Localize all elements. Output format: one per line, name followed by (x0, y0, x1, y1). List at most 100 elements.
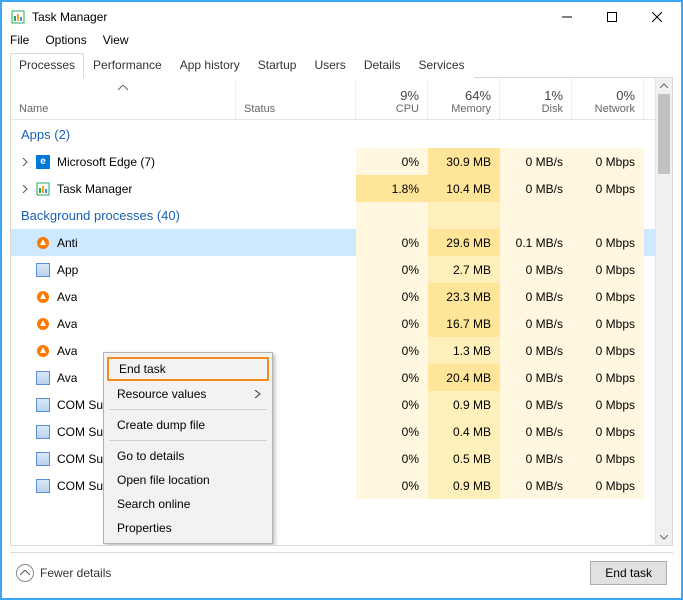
disk-value: 0 MB/s (500, 337, 572, 364)
apps-group-header[interactable]: Apps (2) (11, 120, 655, 148)
memory-value: 1.3 MB (428, 337, 500, 364)
process-row[interactable]: eMicrosoft Edge (7)0%30.9 MB0 MB/s0 Mbps (11, 148, 655, 175)
submenu-arrow-icon (255, 387, 261, 401)
context-menu-item[interactable]: Resource values (107, 382, 269, 406)
maximize-button[interactable] (589, 3, 634, 31)
disk-value: 0 MB/s (500, 175, 572, 202)
context-menu-label: Go to details (117, 449, 184, 463)
menubar: File Options View (2, 32, 681, 52)
context-menu-item[interactable]: Properties (107, 516, 269, 540)
network-value: 0 Mbps (572, 391, 644, 418)
process-row[interactable]: Task Manager1.8%10.4 MB0 MB/s0 Mbps (11, 175, 655, 202)
process-row[interactable]: Ava0%23.3 MB0 MB/s0 Mbps (11, 283, 655, 310)
memory-value: 16.7 MB (428, 310, 500, 337)
col-header-memory[interactable]: 64% Memory (428, 78, 500, 119)
task-manager-icon (36, 182, 50, 196)
col-header-cpu[interactable]: 9% CPU (356, 78, 428, 119)
tab-startup[interactable]: Startup (249, 53, 306, 78)
tab-processes[interactable]: Processes (10, 53, 84, 78)
network-value: 0 Mbps (572, 175, 644, 202)
context-menu-label: Search online (117, 497, 190, 511)
tab-details[interactable]: Details (355, 53, 410, 78)
context-menu-item[interactable]: Search online (107, 492, 269, 516)
context-menu-item[interactable]: End task (107, 357, 269, 381)
context-menu-label: Properties (117, 521, 172, 535)
context-menu-label: Create dump file (117, 418, 205, 432)
app-icon (10, 9, 26, 25)
tab-users[interactable]: Users (305, 53, 354, 78)
disk-value: 0 MB/s (500, 364, 572, 391)
generic-app-icon (36, 425, 50, 439)
cpu-value: 1.8% (356, 175, 428, 202)
process-name: Ava (55, 371, 77, 385)
avast-icon (36, 344, 50, 358)
scroll-up-arrow-icon[interactable] (656, 78, 672, 94)
context-menu-item[interactable]: Go to details (107, 444, 269, 468)
bg-group-header[interactable]: Background processes (40) (11, 202, 655, 229)
context-menu-label: Open file location (117, 473, 210, 487)
tab-performance[interactable]: Performance (84, 53, 171, 78)
task-manager-window: Task Manager File Options View Processes… (0, 0, 683, 600)
minimize-button[interactable] (544, 3, 589, 31)
context-menu-item[interactable]: Create dump file (107, 413, 269, 437)
context-menu-label: Resource values (117, 387, 206, 401)
memory-value: 2.7 MB (428, 256, 500, 283)
tab-app-history[interactable]: App history (171, 53, 249, 78)
context-menu-item[interactable]: Open file location (107, 468, 269, 492)
disk-value: 0 MB/s (500, 148, 572, 175)
process-row[interactable]: Anti0%29.6 MB0.1 MB/s0 Mbps (11, 229, 655, 256)
chevron-up-icon (16, 564, 34, 582)
avast-icon (36, 290, 50, 304)
disk-value: 0 MB/s (500, 445, 572, 472)
process-name: Microsoft Edge (7) (55, 155, 155, 169)
generic-app-icon (36, 479, 50, 493)
network-value: 0 Mbps (572, 364, 644, 391)
menu-options[interactable]: Options (45, 33, 86, 47)
process-name: App (55, 263, 78, 277)
memory-value: 0.9 MB (428, 391, 500, 418)
network-value: 0 Mbps (572, 310, 644, 337)
memory-value: 23.3 MB (428, 283, 500, 310)
scroll-thumb[interactable] (658, 94, 670, 174)
network-value: 0 Mbps (572, 445, 644, 472)
memory-value: 0.4 MB (428, 418, 500, 445)
process-name: Ava (55, 290, 77, 304)
generic-app-icon (36, 371, 50, 385)
process-name: Task Manager (55, 182, 132, 196)
titlebar[interactable]: Task Manager (2, 2, 681, 32)
disk-value: 0 MB/s (500, 418, 572, 445)
disk-value: 0 MB/s (500, 310, 572, 337)
network-value: 0 Mbps (572, 148, 644, 175)
avast-icon (36, 236, 50, 250)
cpu-value: 0% (356, 229, 428, 256)
network-value: 0 Mbps (572, 418, 644, 445)
network-value: 0 Mbps (572, 229, 644, 256)
fewer-details-toggle[interactable]: Fewer details (16, 564, 111, 582)
vertical-scrollbar[interactable] (655, 78, 672, 545)
tab-services[interactable]: Services (410, 53, 474, 78)
scroll-down-arrow-icon[interactable] (656, 529, 672, 545)
col-header-network[interactable]: 0% Network (572, 78, 644, 119)
end-task-button[interactable]: End task (590, 561, 667, 585)
process-row[interactable]: Ava 0%16.7 MB0 MB/s0 Mbps (11, 310, 655, 337)
close-button[interactable] (634, 3, 679, 31)
memory-value: 0.5 MB (428, 445, 500, 472)
col-header-disk[interactable]: 1% Disk (500, 78, 572, 119)
col-header-name[interactable]: Name (11, 78, 236, 119)
disk-value: 0 MB/s (500, 472, 572, 499)
process-name: Ava (55, 317, 77, 331)
process-name: Anti (55, 236, 78, 250)
menu-file[interactable]: File (10, 33, 29, 47)
menu-view[interactable]: View (103, 33, 129, 47)
network-value: 0 Mbps (572, 256, 644, 283)
expand-arrow-icon[interactable] (19, 158, 31, 166)
cpu-value: 0% (356, 148, 428, 175)
expand-arrow-icon[interactable] (19, 185, 31, 193)
avast-icon (36, 317, 50, 331)
cpu-value: 0% (356, 310, 428, 337)
cpu-value: 0% (356, 445, 428, 472)
process-row[interactable]: App0%2.7 MB0 MB/s0 Mbps (11, 256, 655, 283)
edge-icon: e (36, 155, 50, 169)
memory-value: 29.6 MB (428, 229, 500, 256)
col-header-status[interactable]: Status (236, 78, 356, 119)
